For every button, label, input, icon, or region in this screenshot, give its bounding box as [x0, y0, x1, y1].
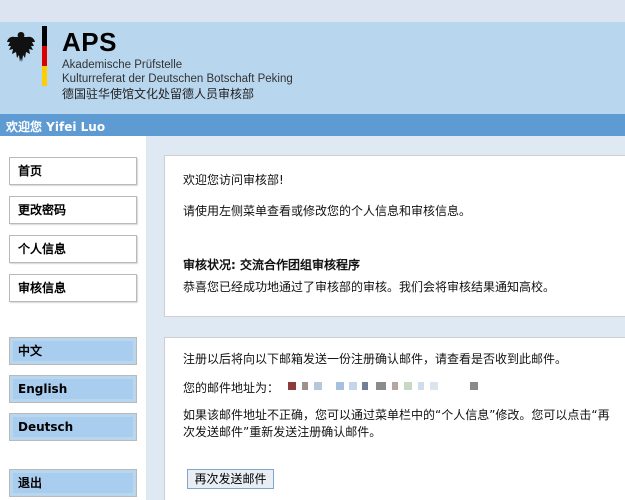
lang-chinese-button[interactable]: 中文	[9, 337, 137, 365]
email-label: 您的邮件地址为：	[183, 381, 280, 395]
lang-deutsch-label: Deutsch	[18, 420, 74, 434]
german-flag-bar	[42, 26, 47, 86]
greeting-text: 欢迎您访问审核部!	[183, 173, 284, 187]
nav-home-button[interactable]: 首页	[9, 157, 137, 185]
top-strip	[0, 0, 625, 22]
lang-deutsch-button[interactable]: Deutsch	[9, 413, 137, 441]
lang-english-label: English	[18, 382, 68, 396]
nav-review-info-button[interactable]: 审核信息	[9, 274, 137, 302]
logout-label: 退出	[18, 476, 43, 490]
review-status-message: 恭喜您已经成功地通过了审核部的审核。我们会将审核结果通知高校。	[183, 280, 556, 294]
instruction-text: 请使用左侧菜单查看或修改您的个人信息和审核信息。	[183, 204, 472, 218]
nav-personal-info-button[interactable]: 个人信息	[9, 235, 137, 263]
email-help-line1: 如果该邮件地址不正确，您可以通过菜单栏中的“个人信息”修改。您可以点击“再	[183, 408, 610, 422]
subtitle-line2: Kulturreferat der Deutschen Botschaft Pe…	[62, 73, 293, 85]
email-notice-text: 注册以后将向以下邮箱发送一份注册确认邮件，请查看是否收到此邮件。	[183, 352, 568, 366]
logo-title: APS	[62, 27, 117, 57]
subtitle-line1: Akademische Prüfstelle	[62, 59, 183, 71]
logout-button[interactable]: 退出	[9, 469, 137, 497]
review-status-label: 审核状况: 交流合作团组审核程序	[183, 258, 360, 272]
sidebar	[0, 136, 146, 500]
lang-english-button[interactable]: English	[9, 375, 137, 403]
lang-chinese-label: 中文	[18, 344, 43, 358]
nav-change-password-button[interactable]: 更改密码	[9, 196, 137, 224]
resend-email-button[interactable]: 再次发送邮件	[187, 469, 274, 489]
subtitle-line3: 德国驻华使馆文化处留德人员审核部	[62, 87, 255, 101]
email-help-line2: 次发送邮件”重新发送注册确认邮件。	[183, 425, 382, 439]
welcome-text: 欢迎您 Yifei Luo	[6, 120, 106, 134]
federal-eagle-icon	[7, 32, 35, 62]
